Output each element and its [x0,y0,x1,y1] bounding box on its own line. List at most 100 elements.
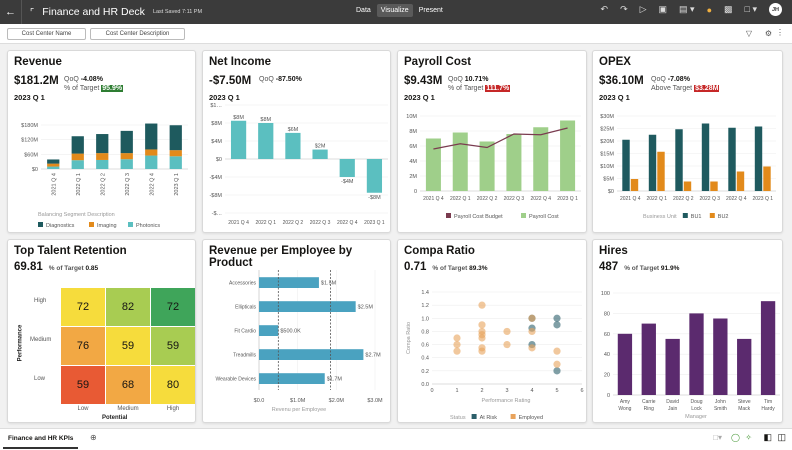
x-axis-title: Manager [685,414,707,420]
bar-imaging [96,153,109,160]
card-opex[interactable]: OPEX $36.10M QoQ -7.08% Above Target $3.2… [592,50,783,233]
bar-photonics [96,159,109,169]
bar-photonics [120,159,133,169]
auto-insights-icon[interactable]: ✧ [745,433,752,442]
y-tick-label: 2M [409,174,417,180]
bar-diagnostics [96,134,109,154]
redo-icon[interactable]: ↷ [620,4,628,15]
y-tick-label: Ellipticals [235,304,256,310]
x-tick-label: Amy [620,399,631,405]
x-tick-label: 2021 Q 4 [228,220,249,226]
y-tick-label: Wearable Devices [216,376,257,382]
tab-finance-and-hr-kpis[interactable]: Finance and HR KPIs [3,429,79,449]
y-axis-title: Compa Ratio [406,322,412,354]
mode-present[interactable]: Present [415,4,447,17]
save-menu-icon[interactable]: □ ▾ [745,4,757,15]
play-icon[interactable]: ▷ [640,4,647,15]
card-top-talent-retention[interactable]: Top Talent Retention 69.81 % of Target 0.… [7,239,196,423]
heatmap-cell[interactable]: 59 [61,366,105,404]
point-employed [453,334,461,342]
hires-chart: 0 20 40 60 80 100 AmyWong CarrieRing DavidJain Do… [601,291,780,420]
revenue-per-employee-chart: $0.0 $1.0M $2.0M $3.0M Accessories $1.5M Ellip… [216,270,383,413]
heatmap-cell[interactable]: 82 [106,288,150,326]
bar-bu1 [728,127,736,191]
heatmap-cell[interactable]: 68 [106,366,150,404]
bar-bu2 [763,166,771,191]
undo-icon[interactable]: ↶ [601,4,609,15]
col-label: Low [77,406,89,412]
left-panel-toggle-icon[interactable]: ◧ [763,432,772,443]
target-value: 0.85 [85,265,99,272]
shield-icon[interactable]: ◯ [731,433,740,442]
target-badge: $3.28M [694,85,720,92]
present-icon[interactable]: ▩ [724,4,733,15]
legend-swatch [709,213,715,218]
heatmap-cell[interactable]: 72 [61,288,105,326]
refresh-data-icon[interactable]: ▣ [659,4,668,15]
card-hires[interactable]: Hires 487 % of Target 91.9% 0 20 40 60 80 100 A… [592,239,783,423]
y-tick-label: -$4M [209,175,222,181]
row-label: Low [34,376,46,382]
period: 2023 Q 1 [599,93,630,102]
y-tick-label: $0 [32,167,38,173]
bar-bu1 [701,123,710,191]
heatmap-cell[interactable]: 59 [106,327,150,365]
y-tick-label: $1… [210,103,222,109]
x-tick-label: Hardy [761,406,775,412]
y-tick-label: 100 [601,291,610,297]
right-panel-toggle-icon[interactable]: ◫ [777,432,786,443]
point-employed [528,314,536,322]
bar [617,333,633,395]
comment-menu-icon[interactable]: ▤ ▾ [679,4,695,15]
insights-bulb-icon[interactable]: ● [707,5,712,15]
point-employed [528,327,536,336]
bar-photonics [145,155,158,169]
back-arrow-icon[interactable]: ← [0,0,22,24]
y-tick-label: 6M [409,144,417,150]
filter-cost-center-description[interactable]: Cost Center Description [90,28,185,40]
qoq-value: 10.71% [464,76,489,83]
point-employed [478,347,486,355]
x-tick-label: 4 [530,388,533,394]
grid-menu-icon[interactable]: □▾ [713,433,722,442]
card-net-income[interactable]: Net Income -$7.50M QoQ -87.50% 2023 Q 1 … [202,50,391,233]
avatar[interactable]: JH [769,3,782,16]
payroll-chart: 0 2M 4M 6M 8M 10M 2021 Q 4 2022 Q 1 2022 Q 2 2022… [406,114,581,220]
x-axis-title: Performance Rating [482,398,531,404]
card-payroll-cost[interactable]: Payroll Cost $9.43M QoQ 10.71% % of Targe… [397,50,587,233]
bar-payroll-cost [506,134,522,191]
bar-imaging [145,149,158,156]
y-tick-label: $8M [211,121,222,127]
mode-visualize[interactable]: Visualize [376,4,413,17]
heatmap-cell[interactable]: 80 [151,366,195,404]
y-tick-label: $180M [21,123,38,129]
point-at-risk [553,314,561,322]
point-employed [553,347,561,355]
qoq-value: -87.50% [275,76,302,83]
mode-data[interactable]: Data [352,4,375,17]
x-tick-label: 3 [505,388,508,394]
x-tick-label: $2.0M [329,398,345,404]
card-compa-ratio[interactable]: Compa Ratio 0.71 % of Target 89.3% 0.0 0.2… [397,239,587,423]
x-tick-label: $1.0M [290,398,306,404]
heatmap-cell[interactable]: 76 [61,327,105,365]
card-revenue-per-employee[interactable]: Revenue per Employee by Product $0.0 $1.0… [202,239,391,423]
point-employed [503,340,511,349]
heatmap-cell[interactable]: 72 [151,288,195,326]
y-tick-label: 1.2 [421,303,429,309]
x-tick-label: 2022 Q 4 [337,220,358,226]
filter-clear-icon[interactable]: ▽ [746,29,752,38]
heatmap-cell[interactable]: 59 [151,327,195,365]
x-tick-label: Steve [738,399,751,405]
add-canvas-icon[interactable]: ⊕ [90,433,97,442]
card-revenue[interactable]: Revenue $181.2M QoQ -4.08% % of Target 95… [7,50,196,233]
bar-imaging [71,153,84,161]
more-options-icon[interactable]: ⋮ [776,28,784,37]
settings-icon[interactable]: ⚙ [765,29,772,38]
x-tick-label: 2023 Q 1 [557,196,578,202]
kpi-value: 487 [599,261,619,273]
filter-cost-center-name[interactable]: Cost Center Name [7,28,86,40]
row-label: Medium [30,337,52,343]
bar-diagnostics [71,136,84,154]
y-tick-label: 0.4 [421,356,429,362]
